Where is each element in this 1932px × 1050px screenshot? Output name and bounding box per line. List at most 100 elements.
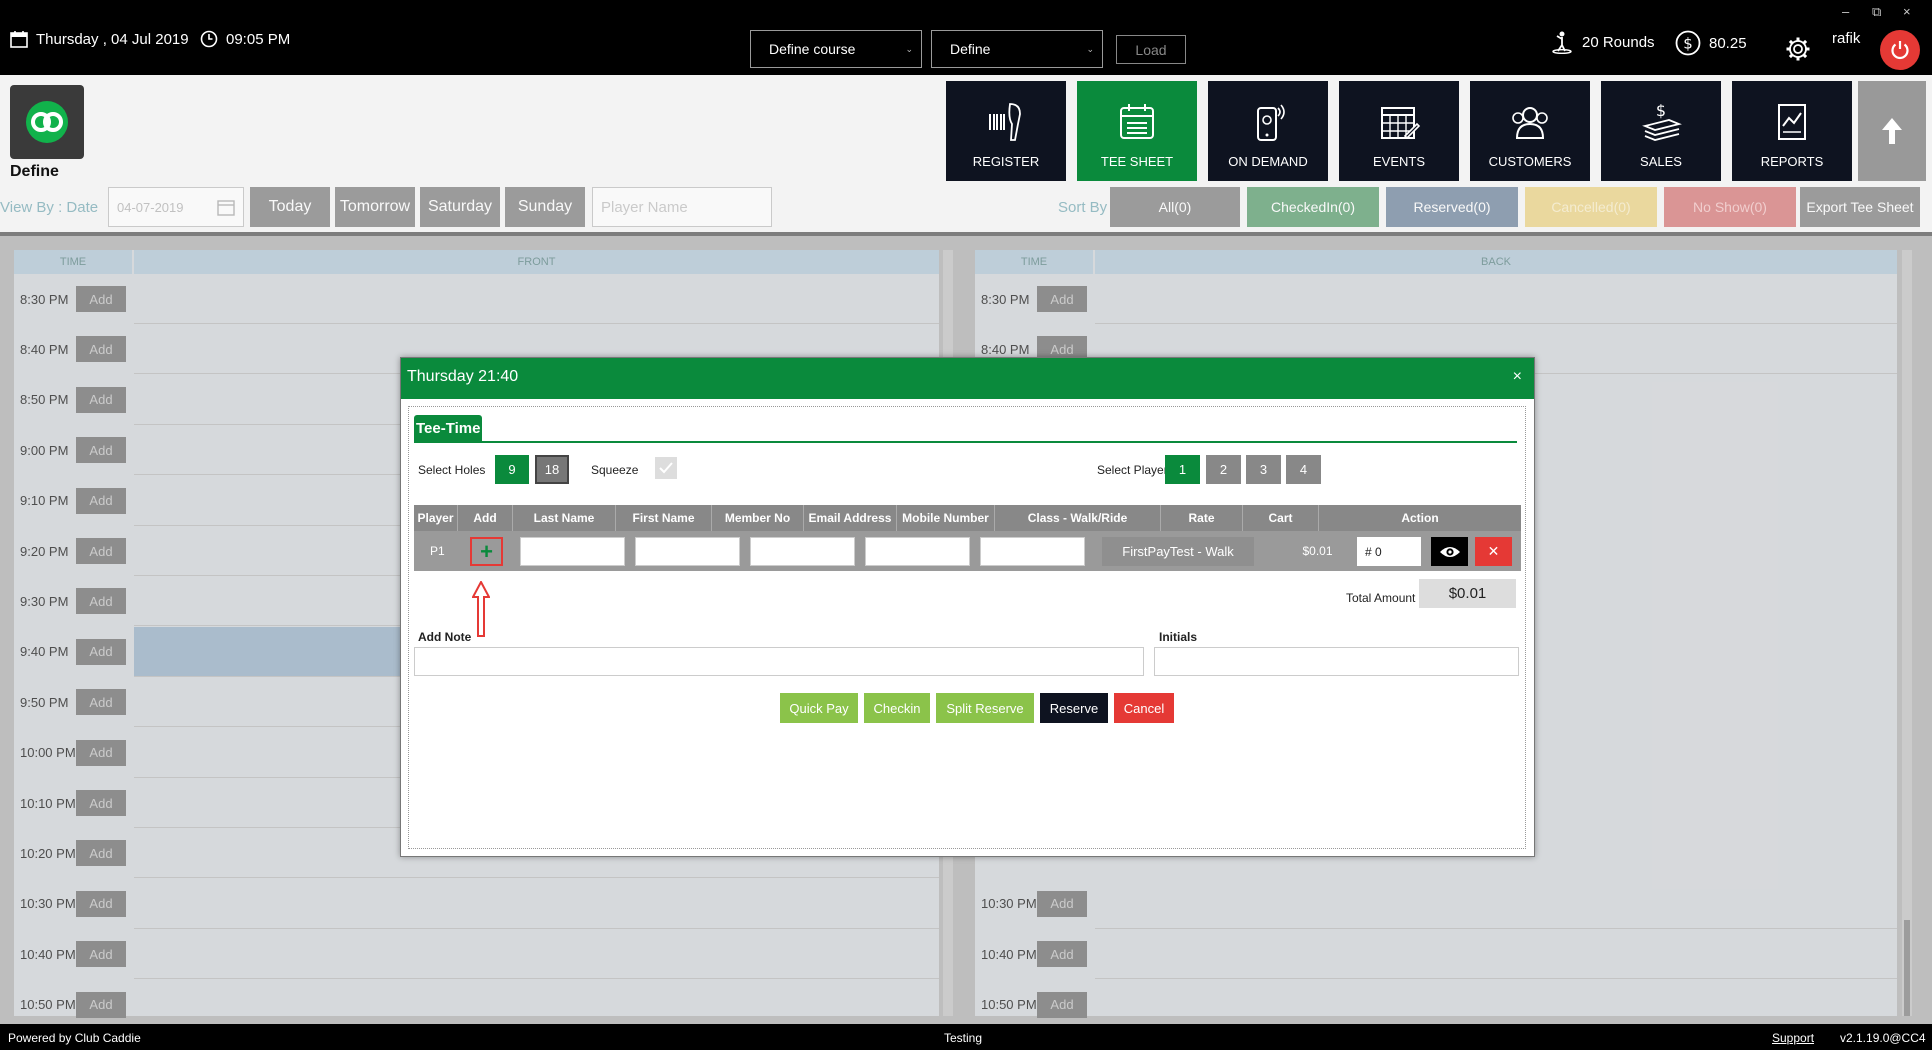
define-select[interactable]: Define ⌄ — [931, 30, 1103, 68]
logo-label: Define — [10, 163, 59, 180]
nav-sales[interactable]: $ SALES — [1601, 81, 1721, 181]
player-id: P1 — [430, 544, 445, 558]
players-3-button[interactable]: 3 — [1246, 455, 1281, 484]
sort-by-label: Sort By — [1058, 199, 1108, 216]
total-amount-value: $0.01 — [1419, 579, 1516, 608]
last-name-input[interactable] — [520, 537, 625, 566]
dialog-header: Thursday 21:40 × — [401, 358, 1534, 399]
course-select-value: Define course — [769, 41, 856, 57]
nav-on-demand-label: ON DEMAND — [1228, 154, 1308, 169]
svg-text:$: $ — [1683, 35, 1693, 53]
cart-input[interactable]: # 0 — [1357, 537, 1421, 566]
tab-tee-time[interactable]: Tee-Time — [414, 415, 483, 441]
nav-customers[interactable]: CUSTOMERS — [1470, 81, 1590, 181]
define-select-value: Define — [950, 41, 991, 57]
close-icon[interactable]: × — [1513, 368, 1522, 386]
gear-icon[interactable] — [1785, 36, 1811, 62]
nav-events[interactable]: EVENTS — [1339, 81, 1459, 181]
add-note-input[interactable] — [414, 647, 1144, 676]
logo — [10, 85, 84, 159]
players-4-button[interactable]: 4 — [1286, 455, 1321, 484]
report-chart-icon — [1770, 100, 1814, 144]
nav-tee-sheet[interactable]: TEE SHEET — [1077, 81, 1197, 181]
export-tee-sheet-button[interactable]: Export Tee Sheet — [1800, 187, 1920, 227]
add-player-button[interactable]: + — [470, 537, 503, 566]
dollar-icon: $ — [1675, 30, 1701, 56]
powered-by: Powered by Club Caddie — [8, 1031, 141, 1045]
restore-icon[interactable]: ⧉ — [1872, 4, 1881, 20]
cancel-button[interactable]: Cancel — [1114, 693, 1174, 723]
checkin-button[interactable]: Checkin — [864, 693, 930, 723]
col-member-no: Member No — [712, 505, 804, 531]
squeeze-checkbox[interactable] — [655, 457, 677, 479]
tab-underline — [414, 441, 1517, 443]
status-bar: Powered by Club Caddie Testing Support v… — [0, 1024, 1932, 1050]
quick-pay-button[interactable]: Quick Pay — [780, 693, 858, 723]
reserve-button[interactable]: Reserve — [1040, 693, 1108, 723]
close-icon[interactable]: × — [1903, 4, 1911, 19]
tomorrow-button[interactable]: Tomorrow — [335, 187, 415, 227]
email-input[interactable] — [865, 537, 970, 566]
saturday-button[interactable]: Saturday — [420, 187, 500, 227]
filter-all-button[interactable]: All(0) — [1110, 187, 1240, 227]
filter-reserved-button[interactable]: Reserved(0) — [1386, 187, 1518, 227]
nav-events-label: EVENTS — [1372, 154, 1425, 169]
sunday-button[interactable]: Sunday — [505, 187, 585, 227]
current-date: Thursday , 04 Jul 2019 — [36, 30, 189, 48]
barcode-scanner-icon — [984, 100, 1028, 144]
filter-checkedin-button[interactable]: CheckedIn(0) — [1247, 187, 1379, 227]
balance-value: 80.25 — [1709, 34, 1747, 52]
support-link[interactable]: Support — [1772, 1031, 1814, 1045]
table-row: P1 + FirstPayTest - Walk $0.01 # 0 ✕ — [414, 531, 1521, 571]
calendar-icon[interactable] — [217, 198, 235, 216]
today-button[interactable]: Today — [250, 187, 330, 227]
view-button[interactable] — [1431, 537, 1468, 566]
time-display: 09:05 PM — [200, 30, 290, 48]
mobile-input[interactable] — [980, 537, 1085, 566]
nav-tee-sheet-label: TEE SHEET — [1100, 154, 1174, 169]
mobile-phone-icon — [1246, 100, 1290, 144]
player-name-placeholder: Player Name — [601, 198, 688, 216]
calendar-icon — [10, 30, 28, 48]
col-action: Action — [1401, 511, 1439, 525]
first-name-input[interactable] — [635, 537, 740, 566]
players-1-button[interactable]: 1 — [1165, 455, 1200, 484]
minimize-icon[interactable]: – — [1842, 4, 1849, 19]
class-select[interactable]: FirstPayTest - Walk — [1102, 537, 1254, 566]
holes-9-button[interactable]: 9 — [495, 455, 529, 484]
nav-register[interactable]: REGISTER — [946, 81, 1066, 181]
initials-input[interactable] — [1154, 647, 1519, 676]
filter-bar: View By : Date 04-07-2019 Today Tomorrow… — [0, 185, 1932, 232]
nav-reports[interactable]: REPORTS — [1732, 81, 1852, 181]
user-name[interactable]: rafik — [1832, 30, 1860, 47]
title-bar: Thursday , 04 Jul 2019 09:05 PM Define c… — [0, 0, 1932, 75]
holes-18-button[interactable]: 18 — [535, 455, 569, 484]
select-holes-label: Select Holes — [418, 463, 486, 477]
filter-noshow-button[interactable]: No Show(0) — [1664, 187, 1796, 227]
member-no-input[interactable] — [750, 537, 855, 566]
environment-label: Testing — [944, 1031, 983, 1045]
split-reserve-button[interactable]: Split Reserve — [936, 693, 1034, 723]
filter-cancelled-button[interactable]: Cancelled(0) — [1525, 187, 1657, 227]
player-name-input[interactable]: Player Name — [592, 187, 772, 227]
version-label: v2.1.19.0@CC4 — [1840, 1031, 1926, 1045]
dialog-title: Thursday 21:40 — [407, 368, 519, 385]
col-mobile: Mobile Number — [897, 505, 995, 531]
rate-value: $0.01 — [1302, 544, 1333, 558]
scroll-top-button[interactable] — [1858, 81, 1926, 181]
delete-button[interactable]: ✕ — [1475, 537, 1512, 566]
col-last-name: Last Name — [513, 505, 616, 531]
nav-on-demand[interactable]: ON DEMAND — [1208, 81, 1328, 181]
players-2-button[interactable]: 2 — [1206, 455, 1241, 484]
date-input[interactable]: 04-07-2019 — [108, 187, 244, 227]
add-note-label: Add Note — [418, 630, 472, 644]
load-button[interactable]: Load — [1116, 35, 1186, 64]
squeeze-label: Squeeze — [591, 463, 639, 477]
current-time: 09:05 PM — [226, 30, 291, 48]
power-button[interactable] — [1880, 30, 1920, 70]
view-by-label: View By : Date — [0, 199, 99, 216]
rounds-display: 20 Rounds — [1550, 30, 1655, 54]
course-select[interactable]: Define course ⌄ — [750, 30, 922, 68]
chevron-down-icon: ⌄ — [905, 44, 913, 54]
nav-register-label: REGISTER — [972, 154, 1040, 169]
